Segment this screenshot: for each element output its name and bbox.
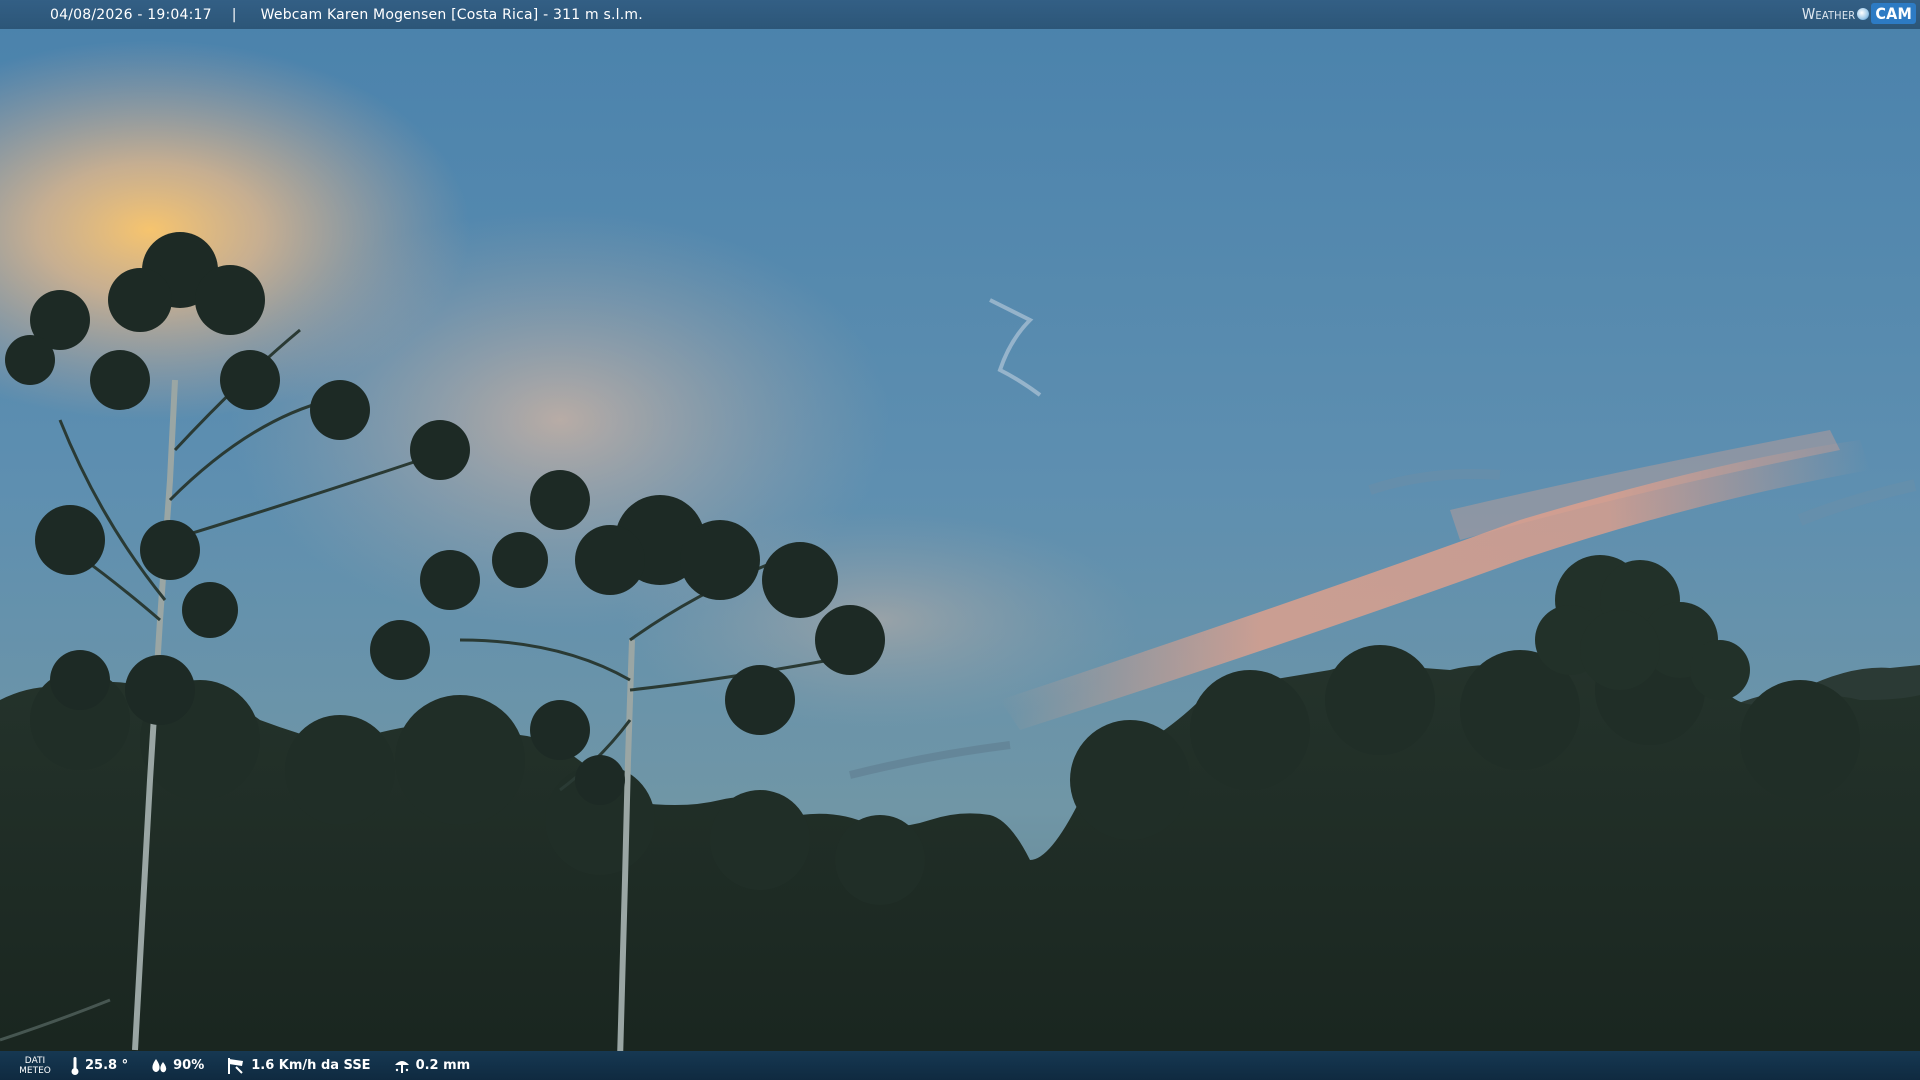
webcam-info-bar: 04/08/2026 - 19:04:17 | Webcam Karen Mog… [0,0,1920,29]
title-separator: | [231,6,237,23]
capture-datetime: 04/08/2026 - 19:04:17 [50,6,212,23]
temperature-value: 25.8 ° [85,1058,129,1073]
weathercam-logo-icon: Weather CAM [1802,3,1916,24]
logo-globe-icon [1857,7,1870,20]
humidity-stat: 90% [150,1057,204,1075]
weather-label-line2: METEO [19,1065,51,1076]
weather-data-bar: DATI METEO 25.8 ° 90% 1.6 Km/h da SSE 0.… [0,1051,1920,1080]
webcam-frame: 04/08/2026 - 19:04:17 | Webcam Karen Mog… [0,0,1920,1080]
rain-stat: 0.2 mm [393,1057,471,1075]
wind-sock-icon [228,1057,244,1074]
temperature-stat: 25.8 ° [70,1056,128,1076]
logo-weather-text: Weather [1801,4,1856,23]
humidity-drop-icon [152,1058,167,1072]
rain-gauge-icon [394,1060,409,1073]
weather-label-line1: DATI [24,1055,46,1066]
webcam-title: Webcam Karen Mogensen [Costa Rica] - 311… [260,6,643,23]
webcam-image [0,0,1920,1080]
weather-data-label: DATI METEO [0,1056,70,1076]
thermometer-icon [71,1056,79,1075]
rain-value: 0.2 mm [415,1058,471,1073]
logo-cam-text: CAM [1871,3,1916,24]
wind-stat: 1.6 Km/h da SSE [226,1057,371,1075]
humidity-value: 90% [173,1058,205,1073]
wind-value: 1.6 Km/h da SSE [251,1058,371,1073]
